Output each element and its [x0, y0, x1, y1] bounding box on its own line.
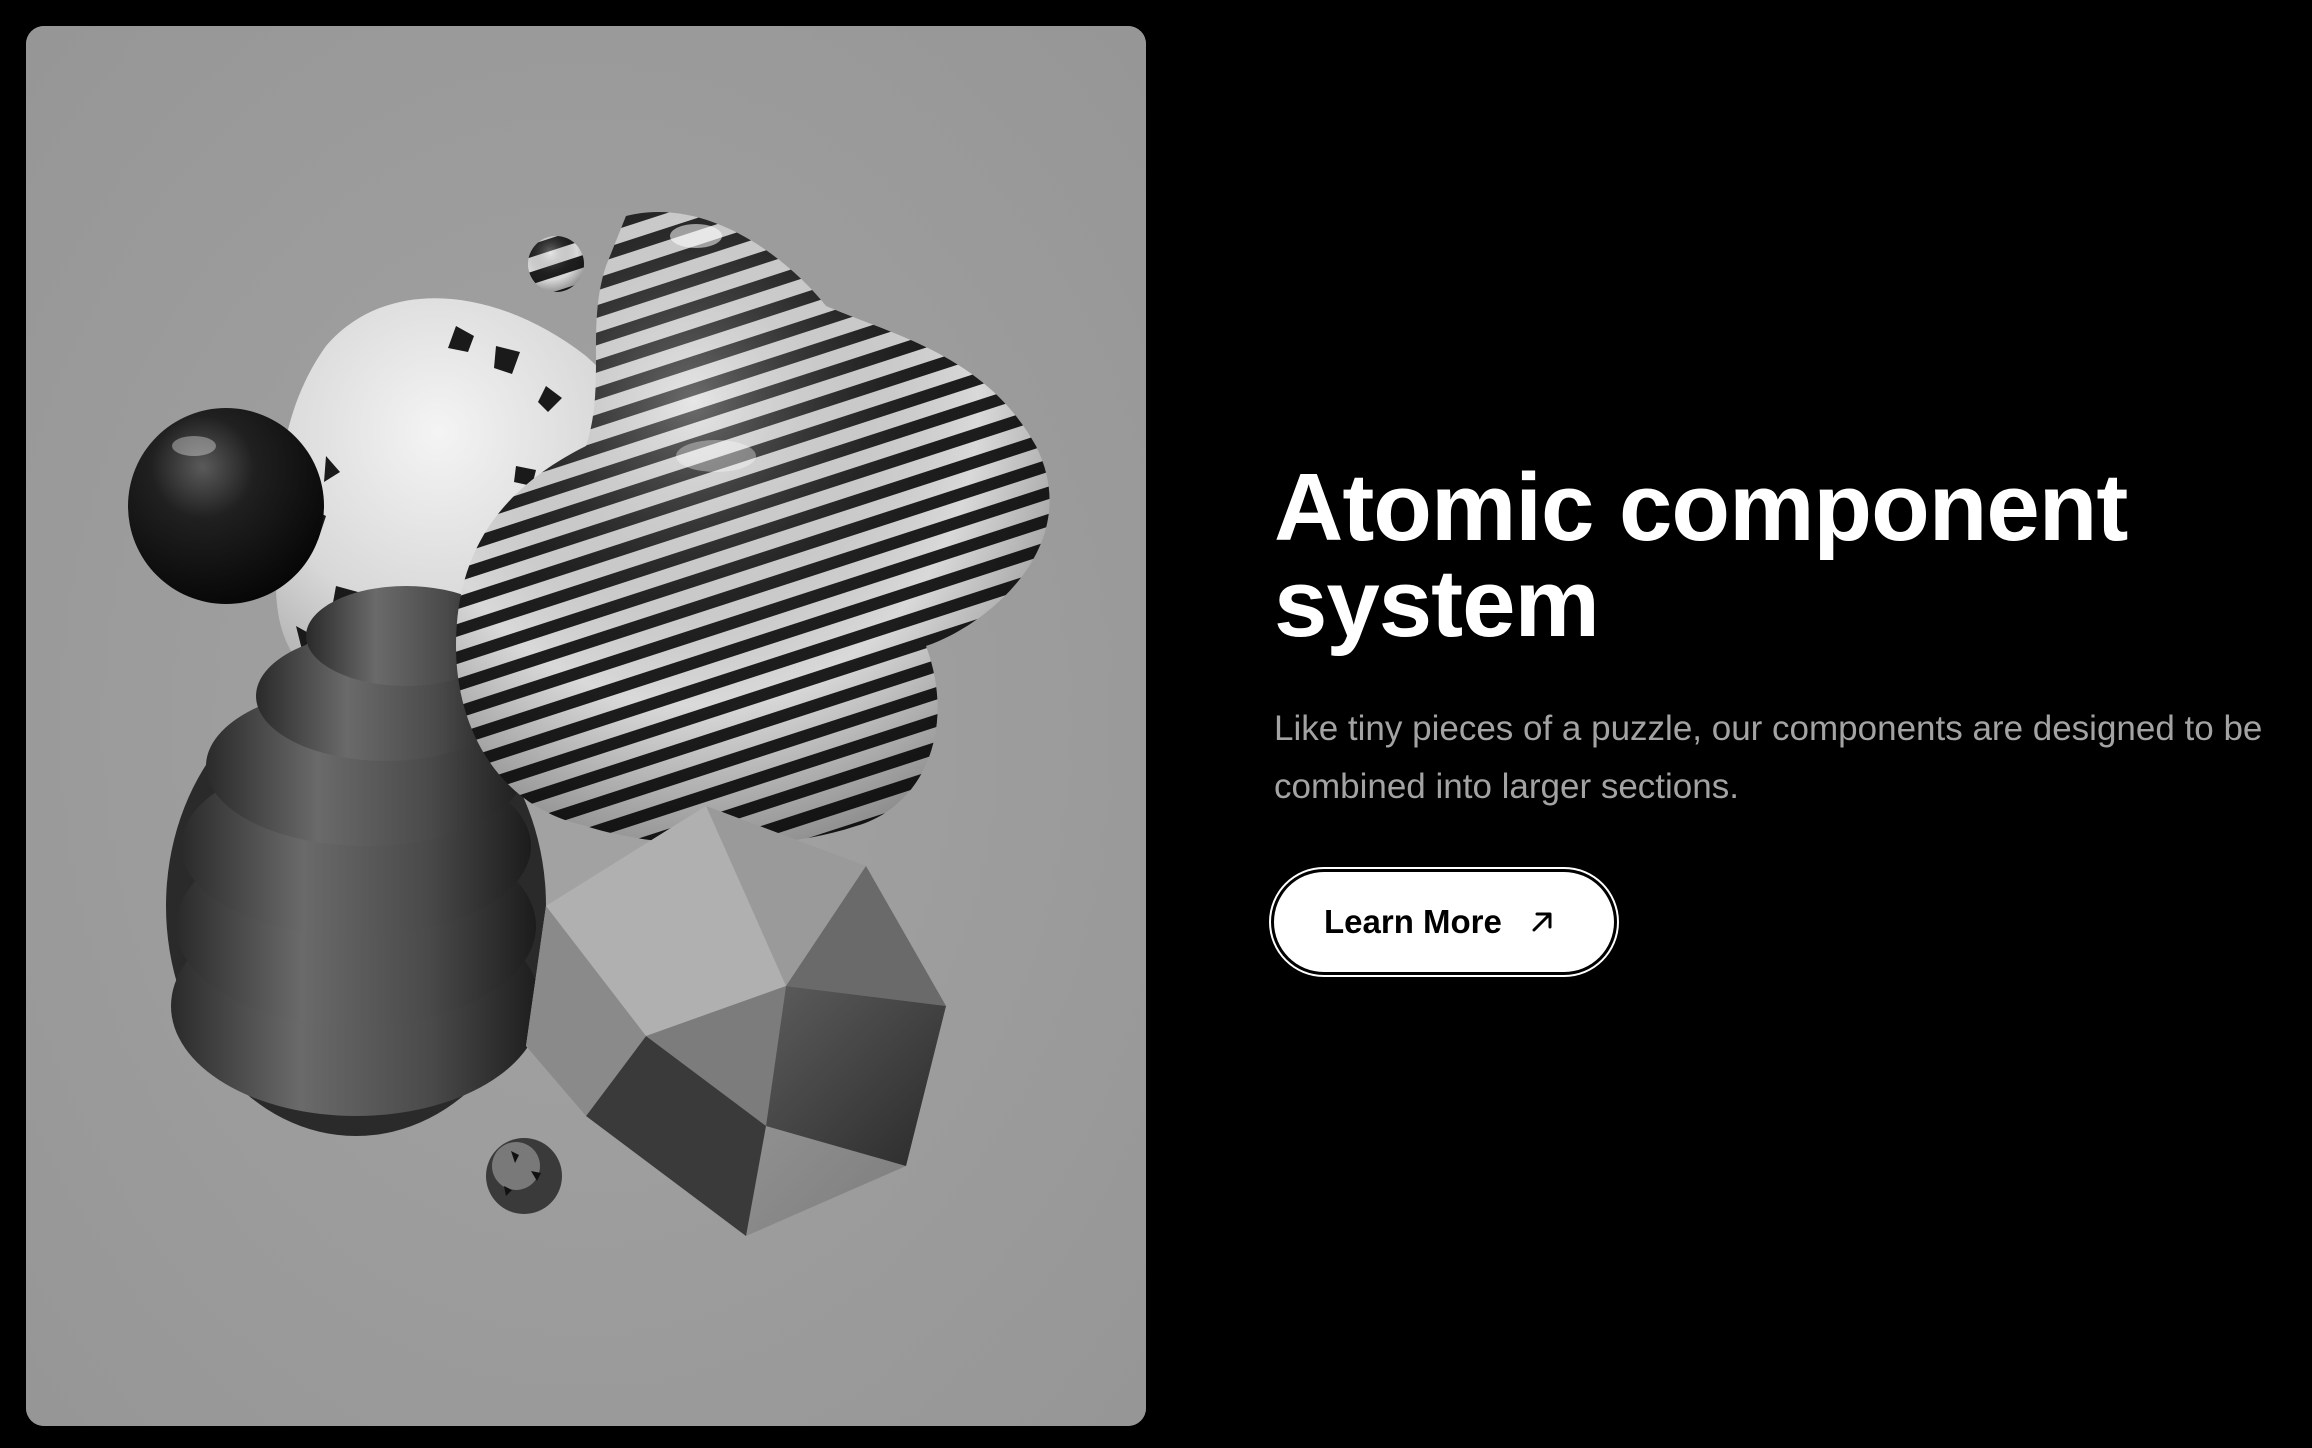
black-sphere	[128, 408, 324, 604]
hero-title-line-1: Atomic component	[1274, 454, 2128, 561]
small-speckled-sphere	[486, 1138, 562, 1214]
learn-more-label: Learn More	[1324, 903, 1502, 940]
hero-content: Atomic component system Like tiny pieces…	[1274, 460, 2284, 972]
arrow-up-right-icon	[1528, 908, 1556, 936]
hero-description-line-2: combined into larger sections.	[1274, 767, 1739, 806]
hero-image-card	[26, 26, 1146, 1426]
abstract-3d-shapes-illustration	[26, 26, 1146, 1426]
hero-description-line-1: Like tiny pieces of a puzzle, our compon…	[1274, 709, 2263, 748]
small-striped-sphere	[528, 236, 584, 292]
hero-section: Atomic component system Like tiny pieces…	[0, 0, 2312, 1448]
hero-title-line-2: system	[1274, 550, 1600, 657]
hero-title: Atomic component system	[1274, 460, 2284, 652]
learn-more-button[interactable]: Learn More	[1274, 872, 1614, 972]
hero-description: Like tiny pieces of a puzzle, our compon…	[1274, 700, 2284, 816]
